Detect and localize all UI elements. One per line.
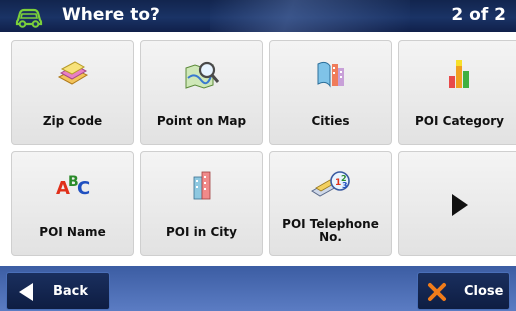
cities-icon	[270, 57, 391, 91]
point-on-map-label: Point on Map	[156, 114, 247, 128]
zip-code-button[interactable]: Zip Code	[11, 40, 134, 145]
poi-category-button[interactable]: POI Category	[398, 40, 516, 145]
cities-button[interactable]: Cities	[269, 40, 392, 145]
back-button[interactable]: Back	[6, 272, 110, 310]
cities-label: Cities	[311, 114, 350, 128]
poi-in-city-label: POI in City	[166, 225, 237, 239]
telephone-dial-icon: 1 2 3	[270, 168, 391, 202]
poi-telephone-label: POI Telephone No.	[282, 217, 379, 244]
svg-text:3: 3	[342, 181, 348, 190]
map-search-icon	[141, 57, 262, 91]
next-arrow-icon	[399, 188, 516, 222]
zip-code-label: Zip Code	[42, 114, 103, 128]
poi-telephone-button[interactable]: 1 2 3 POI Telephone No.	[269, 151, 392, 256]
abc-letters-icon: A B C	[12, 168, 133, 202]
car-icon	[15, 8, 43, 28]
svg-text:C: C	[77, 178, 90, 199]
point-on-map-button[interactable]: Point on Map	[140, 40, 263, 145]
close-label: Close	[464, 284, 504, 299]
page-title: Where to?	[62, 5, 160, 25]
back-arrow-icon	[19, 283, 33, 301]
title-sheen	[210, 0, 410, 32]
zip-code-icon	[12, 57, 133, 91]
bottom-bar: Back Close	[0, 266, 516, 311]
poi-in-city-button[interactable]: POI in City	[140, 151, 263, 256]
city-building-icon	[141, 168, 262, 202]
poi-name-button[interactable]: A B C POI Name	[11, 151, 134, 256]
poi-name-label: POI Name	[39, 225, 106, 239]
back-label: Back	[53, 284, 89, 299]
poi-category-label: POI Category	[415, 114, 504, 128]
poi-category-icon	[399, 57, 516, 91]
title-bar: Where to? 2 of 2	[0, 0, 516, 32]
close-icon	[428, 283, 446, 301]
next-page-button[interactable]	[398, 151, 516, 256]
close-button[interactable]: Close	[417, 272, 510, 310]
page-indicator: 2 of 2	[451, 5, 506, 25]
menu-grid: Zip Code Point on Map Cities POI Categor…	[0, 32, 516, 266]
